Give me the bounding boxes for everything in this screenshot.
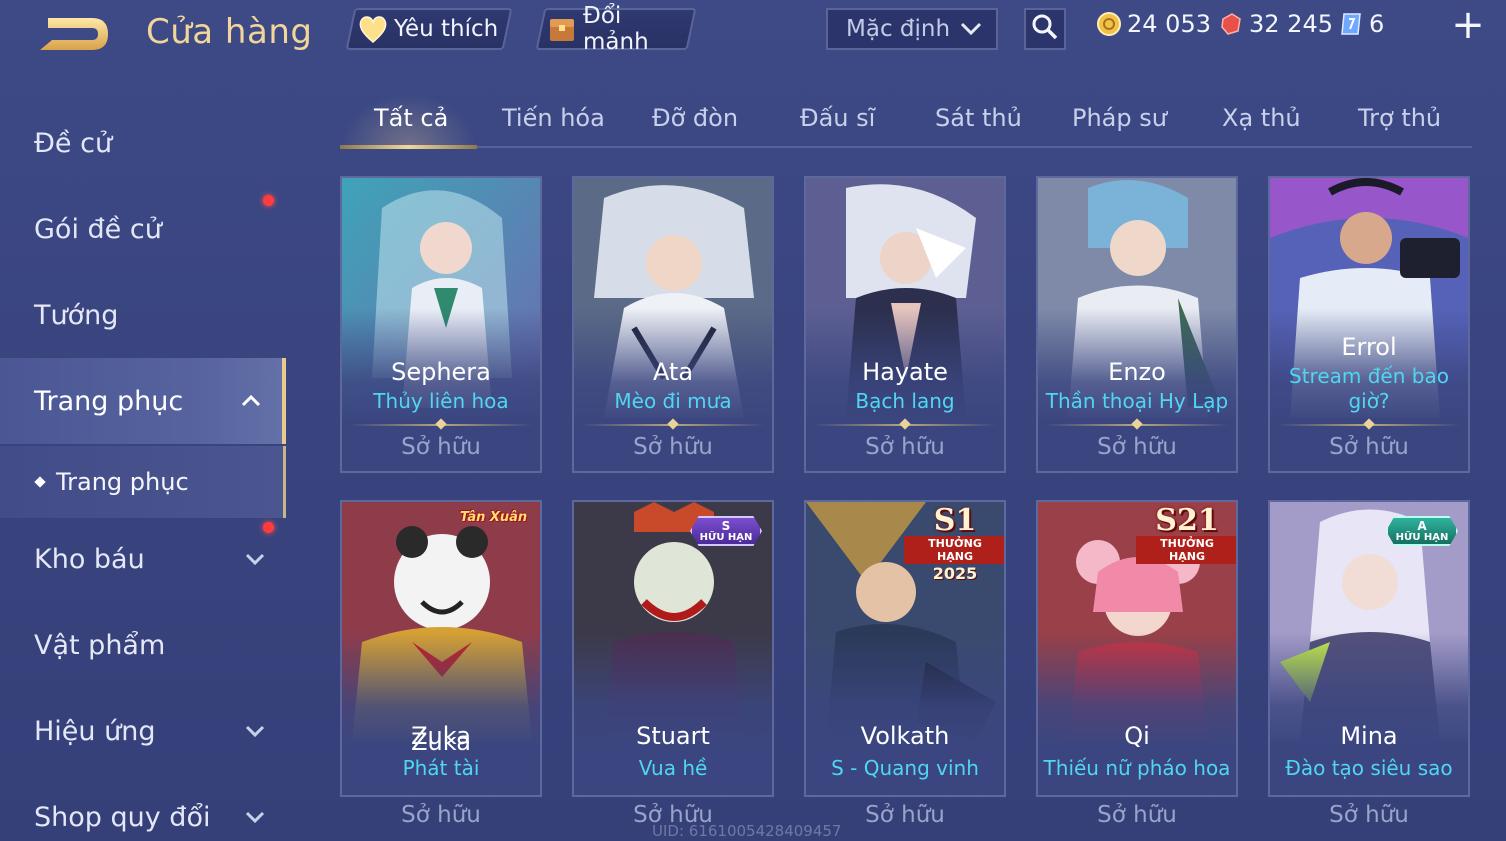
- skin-name: Bạch lang: [855, 389, 955, 413]
- sidebar-subitem-skins[interactable]: Trang phục: [0, 446, 286, 518]
- tab-all[interactable]: Tất cả: [374, 104, 448, 132]
- divider: [814, 424, 996, 426]
- hero-name: Zuka: [411, 722, 471, 750]
- divider: [350, 424, 532, 426]
- owned-status: Sở hữu: [865, 434, 945, 460]
- hero-name: Mina: [1340, 722, 1398, 750]
- row-2-labels: Zuka Phát tài Sở hữu Stuart Vua hề Sở hữ…: [340, 500, 1472, 841]
- user-id-watermark: UID: 6161005428409457: [652, 822, 842, 840]
- owned-status: Sở hữu: [401, 434, 481, 460]
- chest-icon: [546, 12, 579, 46]
- hero-name: Volkath: [860, 722, 950, 750]
- chevron-down-icon: [245, 553, 265, 566]
- favorites-label: Yêu thích: [394, 16, 499, 42]
- crystal-card-icon: [1341, 13, 1361, 35]
- sidebar-subitem-label: Trang phục: [56, 468, 189, 496]
- back-arrow-icon[interactable]: [34, 12, 114, 56]
- skin-card[interactable]: Sephera Thủy liên hoa Sở hữu: [340, 176, 542, 473]
- skin-card[interactable]: Ata Mèo đi mưa Sở hữu: [572, 176, 774, 473]
- hero-name: Stuart: [636, 722, 710, 750]
- skin-name: Thủy liên hoa: [373, 389, 509, 413]
- top-bar: Cửa hàng Yêu thích Đổi mảnh Mặc định 24 …: [0, 0, 1506, 64]
- sidebar-item-label: Kho báu: [34, 543, 145, 575]
- owned-status: Sở hữu: [401, 802, 481, 828]
- owned-status: Sở hữu: [1097, 434, 1177, 460]
- divider: [1046, 424, 1228, 426]
- chevron-down-icon: [960, 16, 982, 42]
- owned-status: Sở hữu: [1097, 802, 1177, 828]
- skin-card[interactable]: Errol Stream đến bao giờ? Sở hữu: [1268, 176, 1470, 473]
- exchange-shards-button[interactable]: Đổi mảnh: [535, 3, 697, 55]
- search-icon: [1031, 13, 1059, 45]
- crystal-value: 6: [1369, 10, 1385, 38]
- sidebar-item-skins[interactable]: Trang phục: [0, 358, 286, 444]
- owned-status: Sở hữu: [633, 434, 713, 460]
- sidebar-item-label: Shop quy đổi: [34, 801, 211, 833]
- skin-name: Phát tài: [402, 756, 480, 780]
- sidebar-item-label: Trang phục: [34, 385, 184, 417]
- sidebar-item-heroes[interactable]: Tướng: [0, 272, 286, 358]
- gold-value: 24 053: [1127, 10, 1211, 38]
- skin-name: Mèo đi mưa: [614, 389, 732, 413]
- skin-name: Đào tạo siêu sao: [1285, 756, 1453, 780]
- sort-dropdown[interactable]: Mặc định: [826, 8, 998, 50]
- hero-name: Errol: [1341, 333, 1397, 361]
- exchange-label: Đổi mảnh: [582, 3, 649, 55]
- gold-balance: 24 053: [1096, 10, 1211, 38]
- sidebar-item-exchange-shop[interactable]: Shop quy đổi: [0, 774, 286, 841]
- sidebar-item-label: Hiệu ứng: [34, 715, 156, 747]
- favorites-button[interactable]: Yêu thích: [345, 8, 513, 50]
- sidebar-item-label: Vật phẩm: [34, 629, 166, 661]
- voucher-balance: 32 245: [1218, 10, 1333, 38]
- chevron-down-icon: [245, 725, 265, 738]
- add-currency-button[interactable]: +: [1448, 5, 1488, 46]
- owned-status: Sở hữu: [1329, 434, 1409, 460]
- sidebar-item-effects[interactable]: Hiệu ứng: [0, 688, 286, 774]
- owned-status: Sở hữu: [1329, 802, 1409, 828]
- skin-name: Thần thoại Hy Lạp: [1045, 389, 1229, 413]
- hero-name: Enzo: [1108, 358, 1166, 386]
- tab-mage[interactable]: Pháp sư: [1072, 104, 1167, 132]
- tab-support[interactable]: Trợ thủ: [1358, 104, 1441, 132]
- sidebar: Đề cử Gói đề cử Tướng Trang phục Trang p…: [0, 96, 288, 841]
- chevron-down-icon: [245, 811, 265, 824]
- sidebar-item-recommended-packs[interactable]: Gói đề cử: [0, 186, 286, 272]
- search-button[interactable]: [1024, 8, 1066, 50]
- skin-name: Thiếu nữ pháo hoa: [1043, 756, 1231, 780]
- hero-name: Ata: [652, 358, 694, 386]
- hero-name: Qi: [1124, 722, 1150, 750]
- hero-name: Hayate: [862, 358, 948, 386]
- chevron-up-icon: [241, 394, 261, 407]
- skin-name: S - Quang vinh: [831, 756, 979, 780]
- hero-name: Sephera: [391, 358, 491, 386]
- sidebar-item-label: Gói đề cử: [34, 213, 162, 245]
- sidebar-item-label: Tướng: [34, 299, 119, 331]
- red-gem-icon: [1221, 13, 1241, 35]
- heart-icon: [356, 12, 390, 46]
- tab-marksman[interactable]: Xạ thủ: [1222, 104, 1301, 132]
- skin-name: Stream đến bao giờ?: [1289, 364, 1449, 413]
- tab-tank[interactable]: Đỡ đòn: [652, 104, 738, 132]
- skin-card[interactable]: Enzo Thần thoại Hy Lạp Sở hữu: [1036, 176, 1238, 473]
- role-tabs: Tất cả Tiến hóa Đỡ đòn Đấu sĩ Sát thủ Ph…: [340, 94, 1472, 149]
- voucher-value: 32 245: [1249, 10, 1333, 38]
- page-title: Cửa hàng: [146, 12, 313, 52]
- tab-evolution[interactable]: Tiến hóa: [502, 104, 605, 132]
- active-tab-indicator: [340, 145, 477, 149]
- sort-value: Mặc định: [846, 16, 951, 42]
- crystal-balance: 6: [1338, 10, 1384, 38]
- bullet-icon: [34, 476, 46, 488]
- divider: [582, 424, 764, 426]
- tab-assassin[interactable]: Sát thủ: [935, 104, 1022, 132]
- skin-name: Vua hề: [638, 756, 708, 780]
- sidebar-item-items[interactable]: Vật phẩm: [0, 602, 286, 688]
- sidebar-item-treasure[interactable]: Kho báu: [0, 516, 286, 602]
- gold-coin-icon: [1097, 12, 1121, 36]
- skin-card[interactable]: Hayate Bạch lang Sở hữu: [804, 176, 1006, 473]
- sidebar-item-recommended[interactable]: Đề cử: [0, 100, 286, 186]
- divider: [1278, 424, 1460, 426]
- notification-dot: [263, 195, 274, 206]
- sidebar-item-label: Đề cử: [34, 127, 113, 159]
- tab-fighter[interactable]: Đấu sĩ: [800, 104, 875, 132]
